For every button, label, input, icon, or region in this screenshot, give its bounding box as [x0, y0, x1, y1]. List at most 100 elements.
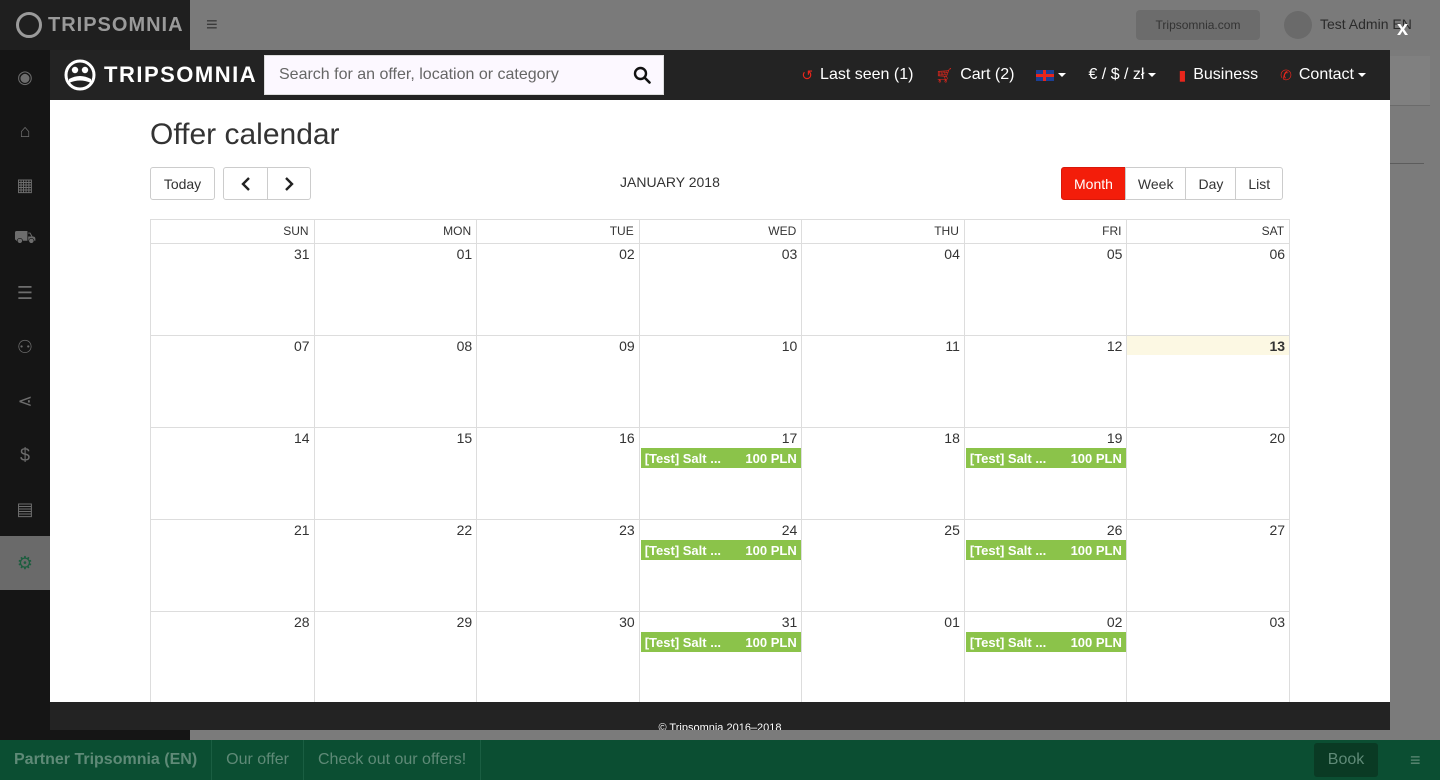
day-number[interactable]: 30: [619, 614, 635, 630]
calendar-day-cell[interactable]: 30: [476, 612, 639, 703]
people-icon[interactable]: ⚇: [0, 320, 50, 374]
calendar-event[interactable]: [Test] Salt ... 100 PLN: [965, 632, 1126, 652]
day-number[interactable]: 15: [457, 430, 473, 446]
day-number[interactable]: 02: [1107, 614, 1123, 630]
calendar-day-cell[interactable]: 11: [801, 336, 964, 427]
search-icon[interactable]: [633, 66, 651, 84]
day-number[interactable]: 04: [944, 246, 960, 262]
calendar-event[interactable]: [Test] Salt ... 100 PLN: [640, 540, 801, 560]
day-number[interactable]: 17: [782, 430, 798, 446]
language-dropdown[interactable]: [1036, 69, 1067, 81]
day-number[interactable]: 01: [457, 246, 473, 262]
share-icon[interactable]: ⋖: [0, 374, 50, 428]
day-number[interactable]: 09: [619, 338, 635, 354]
day-number[interactable]: 27: [1269, 522, 1285, 538]
day-number[interactable]: 19: [1107, 430, 1123, 446]
calendar-day-cell[interactable]: 06: [1126, 244, 1289, 335]
calendar-day-cell[interactable]: 25: [801, 520, 964, 611]
calendar-day-cell[interactable]: 23: [476, 520, 639, 611]
day-number[interactable]: 20: [1269, 430, 1285, 446]
calendar-day-cell[interactable]: 19 [Test] Salt ... 100 PLN: [963, 428, 1127, 519]
calendar-event[interactable]: [Test] Salt ... 100 PLN: [965, 448, 1126, 468]
bottom-item-partner[interactable]: Partner Tripsomnia (EN): [0, 740, 213, 780]
menu-icon[interactable]: ≡: [1410, 750, 1421, 771]
calendar-day-cell[interactable]: 31: [151, 244, 314, 335]
view-week-button[interactable]: Week: [1124, 167, 1187, 200]
calendar-day-cell[interactable]: 07: [151, 336, 314, 427]
calendar-day-cell[interactable]: 26 [Test] Salt ... 100 PLN: [963, 520, 1127, 611]
calendar-day-cell[interactable]: 31 [Test] Salt ... 100 PLN: [638, 612, 802, 703]
calendar-day-cell[interactable]: 01: [313, 244, 477, 335]
chat-icon[interactable]: ▤: [0, 482, 50, 536]
next-button[interactable]: [267, 167, 311, 200]
view-month-button[interactable]: Month: [1061, 167, 1126, 200]
calendar-day-cell[interactable]: 18: [801, 428, 964, 519]
day-number[interactable]: 25: [944, 522, 960, 538]
day-number[interactable]: 07: [294, 338, 310, 354]
calendar-event[interactable]: [Test] Salt ... 100 PLN: [640, 632, 801, 652]
calendar-day-cell[interactable]: 29: [313, 612, 477, 703]
calendar-icon[interactable]: ▦: [0, 158, 50, 212]
day-number[interactable]: 03: [782, 246, 798, 262]
calendar-day-cell[interactable]: 21: [151, 520, 314, 611]
book-button[interactable]: Book: [1314, 743, 1378, 777]
day-number[interactable]: 05: [1107, 246, 1123, 262]
day-number[interactable]: 02: [619, 246, 635, 262]
day-number[interactable]: 08: [457, 338, 473, 354]
calendar-day-cell[interactable]: 03: [638, 244, 802, 335]
day-number[interactable]: 01: [944, 614, 960, 630]
calendar-day-cell[interactable]: 24 [Test] Salt ... 100 PLN: [638, 520, 802, 611]
last-seen-link[interactable]: ↺ Last seen (1): [801, 66, 913, 84]
day-number[interactable]: 21: [294, 522, 310, 538]
day-number[interactable]: 31: [782, 614, 798, 630]
view-list-button[interactable]: List: [1235, 167, 1284, 200]
admin-site-button[interactable]: Tripsomnia.com: [1136, 10, 1260, 40]
calendar-day-cell[interactable]: 03: [1126, 612, 1289, 703]
calendar-day-cell[interactable]: 12: [963, 336, 1127, 427]
day-number[interactable]: 28: [294, 614, 310, 630]
day-number[interactable]: 26: [1107, 522, 1123, 538]
calendar-day-cell[interactable]: 02: [476, 244, 639, 335]
calendar-day-cell[interactable]: 17 [Test] Salt ... 100 PLN: [638, 428, 802, 519]
admin-hamburger-icon[interactable]: ≡: [206, 14, 228, 37]
calendar-day-cell[interactable]: 27: [1126, 520, 1289, 611]
day-number[interactable]: 12: [1107, 338, 1123, 354]
day-number[interactable]: 22: [457, 522, 473, 538]
calendar-day-cell[interactable]: 09: [476, 336, 639, 427]
day-number[interactable]: 13: [1269, 338, 1285, 354]
calendar-day-cell[interactable]: 22: [313, 520, 477, 611]
calendar-event[interactable]: [Test] Salt ... 100 PLN: [965, 540, 1126, 560]
calendar-day-cell[interactable]: 15: [313, 428, 477, 519]
gear-icon[interactable]: ⚙: [0, 536, 50, 590]
currency-dropdown[interactable]: € / $ / zł: [1088, 66, 1157, 84]
day-number[interactable]: 31: [294, 246, 310, 262]
bottom-item-our-offer[interactable]: Our offer: [212, 740, 304, 780]
admin-logo[interactable]: TRIPSOMNIA: [0, 0, 190, 50]
calendar-day-cell[interactable]: 20: [1126, 428, 1289, 519]
calendar-day-cell[interactable]: 01: [801, 612, 964, 703]
calendar-day-cell[interactable]: 13: [1126, 336, 1290, 427]
calendar-day-cell[interactable]: 08: [313, 336, 477, 427]
calendar-event[interactable]: [Test] Salt ... 100 PLN: [640, 448, 801, 468]
day-number[interactable]: 06: [1269, 246, 1285, 262]
cart-icon[interactable]: ⛟: [0, 212, 50, 266]
calendar-day-cell[interactable]: 28: [151, 612, 314, 703]
calendar-day-cell[interactable]: 16: [476, 428, 639, 519]
calendar-day-cell[interactable]: 10: [638, 336, 802, 427]
day-number[interactable]: 23: [619, 522, 635, 538]
business-link[interactable]: ▮ Business: [1178, 66, 1258, 84]
day-number[interactable]: 10: [782, 338, 798, 354]
day-number[interactable]: 14: [294, 430, 310, 446]
calendar-day-cell[interactable]: 02 [Test] Salt ... 100 PLN: [963, 612, 1127, 703]
day-number[interactable]: 16: [619, 430, 635, 446]
view-day-button[interactable]: Day: [1185, 167, 1237, 200]
search-input[interactable]: [265, 56, 615, 94]
calendar-day-cell[interactable]: 14: [151, 428, 314, 519]
avatar[interactable]: [1284, 11, 1312, 39]
day-number[interactable]: 24: [782, 522, 798, 538]
bottom-item-check-offers[interactable]: Check out our offers!: [304, 740, 482, 780]
today-button[interactable]: Today: [150, 167, 215, 200]
calendar-day-cell[interactable]: 04: [801, 244, 964, 335]
list-icon[interactable]: ☰: [0, 266, 50, 320]
day-number[interactable]: 29: [457, 614, 473, 630]
